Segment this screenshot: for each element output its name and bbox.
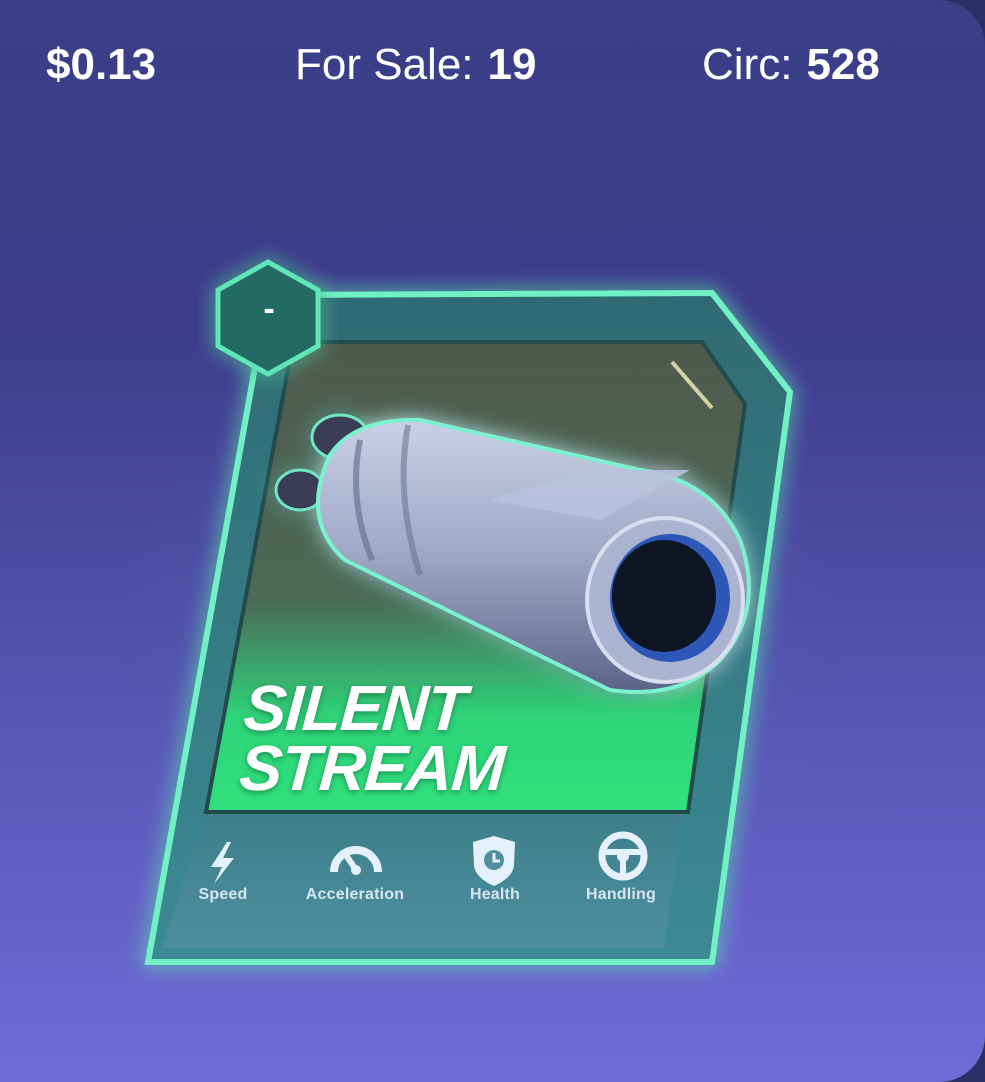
item-panel: $0.13 For Sale: 19 Circ: 528 - SILENT ST… xyxy=(0,0,985,1082)
attribute-speed: Speed xyxy=(178,880,268,904)
card-title-line2: STREAM xyxy=(237,732,507,804)
attribute-label: Speed xyxy=(198,886,248,903)
rating-value: - xyxy=(263,290,275,328)
attribute-label: Health xyxy=(469,886,521,903)
attribute-acceleration: Acceleration xyxy=(282,880,428,904)
attribute-handling: Handling xyxy=(566,880,676,904)
card-title-line1: SILENT xyxy=(241,672,469,744)
item-card[interactable]: - SILENT STREAM Speed Acceleration Healt… xyxy=(0,0,985,1082)
card-graphic xyxy=(144,259,794,965)
card-title: SILENT STREAM xyxy=(237,672,511,804)
attribute-label: Acceleration xyxy=(305,886,405,903)
attribute-health: Health xyxy=(450,880,540,904)
attribute-label: Handling xyxy=(585,886,657,903)
